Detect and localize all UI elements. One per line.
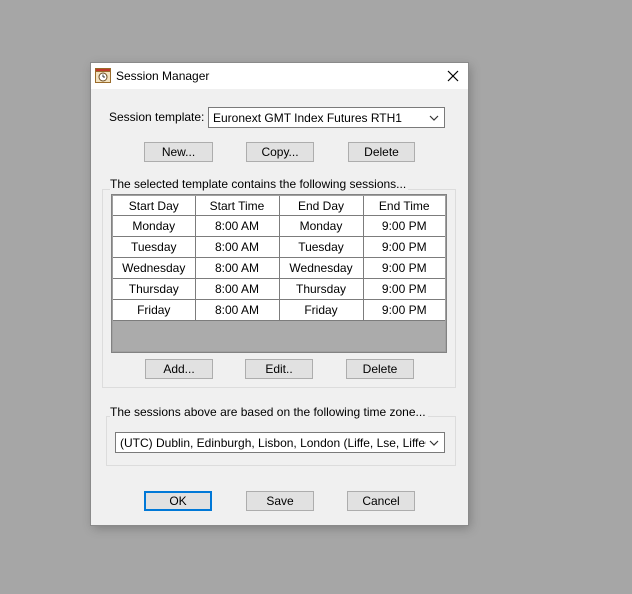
column-header-end-time[interactable]: End Time: [362, 196, 445, 216]
close-button[interactable]: [438, 63, 468, 89]
save-button[interactable]: Save: [246, 491, 314, 511]
new-template-button[interactable]: New...: [144, 142, 213, 162]
start-time-cell[interactable]: 8:00 AM: [194, 299, 280, 321]
end-time-cell[interactable]: 9:00 PM: [362, 278, 445, 300]
end-time-cell[interactable]: 9:00 PM: [362, 236, 445, 258]
start-time-cell[interactable]: 8:00 AM: [194, 215, 280, 237]
start-time-cell[interactable]: 8:00 AM: [194, 257, 280, 279]
end-day-cell[interactable]: Wednesday: [278, 257, 364, 279]
start-day-cell[interactable]: Wednesday: [113, 257, 196, 279]
sessions-table: Start Day Start Time End Day End Time Mo…: [113, 196, 445, 321]
table-row[interactable]: Thursday 8:00 AM Thursday 9:00 PM: [113, 278, 445, 300]
end-day-cell[interactable]: Tuesday: [278, 236, 364, 258]
session-template-select[interactable]: Euronext GMT Index Futures RTH1: [208, 107, 445, 128]
start-time-cell[interactable]: 8:00 AM: [194, 236, 280, 258]
session-manager-app-icon: [95, 68, 111, 83]
start-time-cell[interactable]: 8:00 AM: [194, 278, 280, 300]
session-template-label: Session template:: [109, 110, 205, 124]
add-session-button[interactable]: Add...: [145, 359, 213, 379]
column-header-start-time[interactable]: Start Time: [194, 196, 280, 216]
start-day-cell[interactable]: Monday: [113, 215, 196, 237]
chevron-down-icon: [429, 440, 439, 446]
timezone-select[interactable]: (UTC) Dublin, Edinburgh, Lisbon, London …: [115, 432, 445, 453]
window-title: Session Manager: [116, 69, 210, 83]
table-row[interactable]: Friday 8:00 AM Friday 9:00 PM: [113, 299, 445, 321]
end-time-cell[interactable]: 9:00 PM: [362, 299, 445, 321]
table-row[interactable]: Tuesday 8:00 AM Tuesday 9:00 PM: [113, 236, 445, 258]
start-day-cell[interactable]: Friday: [113, 299, 196, 321]
copy-template-button[interactable]: Copy...: [246, 142, 314, 162]
session-template-value: Euronext GMT Index Futures RTH1: [213, 111, 402, 125]
sessions-grid[interactable]: Start Day Start Time End Day End Time Mo…: [111, 194, 447, 353]
close-icon: [447, 70, 459, 82]
ok-button[interactable]: OK: [144, 491, 212, 511]
column-header-end-day[interactable]: End Day: [278, 196, 364, 216]
end-time-cell[interactable]: 9:00 PM: [362, 215, 445, 237]
cancel-button[interactable]: Cancel: [347, 491, 415, 511]
end-day-cell[interactable]: Thursday: [278, 278, 364, 300]
title-bar: Session Manager: [91, 63, 468, 89]
table-row[interactable]: Wednesday 8:00 AM Wednesday 9:00 PM: [113, 257, 445, 279]
timezone-value: (UTC) Dublin, Edinburgh, Lisbon, London …: [120, 436, 426, 450]
end-time-cell[interactable]: 9:00 PM: [362, 257, 445, 279]
end-day-cell[interactable]: Friday: [278, 299, 364, 321]
session-manager-dialog: Session Manager Session template: Eurone…: [91, 63, 468, 525]
timezone-group-label: The sessions above are based on the foll…: [110, 405, 428, 419]
table-row[interactable]: Monday 8:00 AM Monday 9:00 PM: [113, 215, 445, 237]
delete-template-button[interactable]: Delete: [348, 142, 415, 162]
chevron-down-icon: [429, 115, 439, 121]
start-day-cell[interactable]: Tuesday: [113, 236, 196, 258]
column-header-start-day[interactable]: Start Day: [113, 196, 196, 216]
sessions-header-row: Start Day Start Time End Day End Time: [113, 196, 445, 216]
start-day-cell[interactable]: Thursday: [113, 278, 196, 300]
sessions-group-label: The selected template contains the follo…: [110, 177, 409, 191]
edit-session-button[interactable]: Edit..: [245, 359, 313, 379]
delete-session-button[interactable]: Delete: [346, 359, 414, 379]
end-day-cell[interactable]: Monday: [278, 215, 364, 237]
sessions-grid-empty-area: Start Day Start Time End Day End Time Mo…: [113, 196, 445, 351]
